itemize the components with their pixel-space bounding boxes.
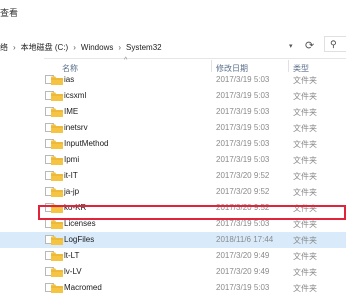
refresh-icon[interactable]: ⟳ — [305, 39, 314, 52]
file-name[interactable]: lv-LV — [64, 267, 82, 276]
file-name[interactable]: IME — [64, 107, 78, 116]
breadcrumb-separator[interactable]: › — [13, 43, 16, 52]
file-name[interactable]: Ipmi — [64, 155, 79, 164]
ribbon: 查看 — [0, 0, 346, 31]
file-name[interactable]: ja-jp — [64, 187, 79, 196]
file-row[interactable]: Macromed 2017/3/19 5:03 文件夹 — [0, 280, 346, 296]
folder-icon — [51, 268, 63, 277]
folder-icon — [51, 284, 63, 293]
file-date: 2017/3/20 9:49 — [216, 251, 270, 260]
file-name[interactable]: icsxml — [64, 91, 86, 100]
file-type: 文件夹 — [293, 220, 317, 229]
breadcrumb: 络 › 本地磁盘 (C:) › Windows › System32 — [0, 40, 162, 54]
file-row[interactable]: icsxml 2017/3/19 5:03 文件夹 — [0, 88, 346, 104]
folder-icon — [51, 140, 63, 149]
highlight-box — [38, 205, 346, 220]
file-date: 2017/3/19 5:03 — [216, 107, 270, 116]
file-type: 文件夹 — [293, 76, 317, 85]
breadcrumb-separator[interactable]: › — [118, 43, 121, 52]
file-row[interactable]: Ipmi 2017/3/19 5:03 文件夹 — [0, 152, 346, 168]
folder-icon — [51, 156, 63, 165]
file-type: 文件夹 — [293, 172, 317, 181]
file-date: 2017/3/19 5:03 — [216, 283, 270, 292]
breadcrumb-windows[interactable]: Windows — [81, 43, 113, 52]
folder-icon — [51, 220, 63, 229]
file-date: 2017/3/19 5:03 — [216, 75, 270, 84]
file-date: 2017/3/20 9:49 — [216, 267, 270, 276]
file-name[interactable]: inetsrv — [64, 123, 88, 132]
file-type: 文件夹 — [293, 188, 317, 197]
view-tab[interactable]: 查看 — [0, 6, 18, 19]
file-row[interactable]: ja-jp 2017/3/20 9:52 文件夹 — [0, 184, 346, 200]
folder-icon — [51, 172, 63, 181]
folder-icon — [51, 188, 63, 197]
file-date: 2017/3/19 5:03 — [216, 139, 270, 148]
file-name[interactable]: Licenses — [64, 219, 96, 228]
file-type: 文件夹 — [293, 108, 317, 117]
file-row[interactable]: LogFiles 2018/11/6 17:44 文件夹 — [0, 232, 346, 248]
search-input[interactable]: ⚲ — [324, 36, 346, 52]
column-divider[interactable] — [211, 60, 212, 72]
file-name[interactable]: LogFiles — [64, 235, 94, 244]
file-row[interactable]: ias 2017/3/19 5:03 文件夹 — [0, 72, 346, 88]
file-row[interactable]: IME 2017/3/19 5:03 文件夹 — [0, 104, 346, 120]
file-type: 文件夹 — [293, 252, 317, 261]
file-name[interactable]: ias — [64, 75, 74, 84]
breadcrumb-separator[interactable]: › — [73, 43, 76, 52]
file-type: 文件夹 — [293, 92, 317, 101]
file-name[interactable]: Macromed — [64, 283, 102, 292]
file-type: 文件夹 — [293, 156, 317, 165]
address-dropdown-icon[interactable]: ▾ — [289, 42, 293, 50]
file-row[interactable]: it-IT 2017/3/20 9:52 文件夹 — [0, 168, 346, 184]
file-date: 2017/3/20 9:52 — [216, 171, 270, 180]
folder-icon — [51, 108, 63, 117]
file-date: 2017/3/19 5:03 — [216, 155, 270, 164]
file-name[interactable]: it-IT — [64, 171, 78, 180]
sort-indicator-icon: ^ — [124, 57, 128, 64]
folder-icon — [51, 76, 63, 85]
file-row[interactable]: InputMethod 2017/3/19 5:03 文件夹 — [0, 136, 346, 152]
file-name[interactable]: lt-LT — [64, 251, 79, 260]
folder-icon — [51, 236, 63, 245]
file-row[interactable]: lv-LV 2017/3/20 9:49 文件夹 — [0, 264, 346, 280]
folder-icon — [51, 124, 63, 133]
file-date: 2017/3/19 5:03 — [216, 91, 270, 100]
file-row[interactable]: lt-LT 2017/3/20 9:49 文件夹 — [0, 248, 346, 264]
file-date: 2017/3/19 5:03 — [216, 219, 270, 228]
file-type: 文件夹 — [293, 124, 317, 133]
file-date: 2017/3/20 9:52 — [216, 187, 270, 196]
breadcrumb-system32[interactable]: System32 — [126, 43, 162, 52]
file-type: 文件夹 — [293, 268, 317, 277]
breadcrumb-local-disk[interactable]: 本地磁盘 (C:) — [21, 42, 69, 53]
file-row[interactable]: inetsrv 2017/3/19 5:03 文件夹 — [0, 120, 346, 136]
file-date: 2018/11/6 17:44 — [216, 235, 274, 244]
file-type: 文件夹 — [293, 140, 317, 149]
column-divider[interactable] — [288, 60, 289, 72]
file-type: 文件夹 — [293, 236, 317, 245]
breadcrumb-network[interactable]: 络 — [0, 42, 8, 53]
folder-icon — [51, 92, 63, 101]
address-bar[interactable]: 络 › 本地磁盘 (C:) › Windows › System32 ▾ ⟳ ⚲ — [0, 30, 346, 59]
file-name[interactable]: InputMethod — [64, 139, 108, 148]
search-icon: ⚲ — [330, 39, 337, 49]
file-type: 文件夹 — [293, 284, 317, 293]
file-date: 2017/3/19 5:03 — [216, 123, 270, 132]
